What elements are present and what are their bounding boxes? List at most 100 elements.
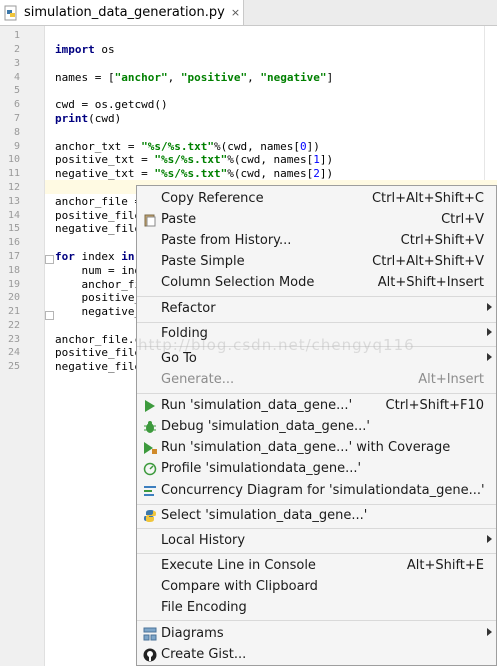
menu-item-shortcut: Ctrl+V [441,212,484,227]
menu-item-shortcut: Alt+Shift+Insert [377,275,484,290]
code-line: positive_txt = "%s/%s.txt"%(cwd, names[1… [55,153,334,166]
menu-separator [137,296,496,297]
menu-item-copy-reference[interactable]: Copy Reference Ctrl+Alt+Shift+C [137,188,496,209]
menu-item-run[interactable]: Run 'simulation_data_gene...' Ctrl+Shift… [137,395,496,416]
line-number: 1 [13,30,20,41]
line-number: 20 [7,292,20,303]
menu-item-label: File Encoding [161,600,247,615]
menu-item-column-selection-mode[interactable]: Column Selection Mode Alt+Shift+Insert [137,272,496,293]
coverage-icon [143,440,157,454]
menu-item-paste-simple[interactable]: Paste Simple Ctrl+Alt+Shift+V [137,251,496,272]
menu-item-label: Run 'simulation_data_gene...' with Cover… [161,440,451,455]
menu-item-label: Local History [161,533,246,548]
menu-item-label: Paste [161,212,197,227]
code-line: anchor_file = [55,195,142,208]
menu-item-debug[interactable]: Debug 'simulation_data_gene...' [137,416,496,437]
code-line: num = ind [55,264,142,277]
line-number: 4 [13,72,20,83]
clipboard-icon [143,212,157,227]
menu-item-refactor[interactable]: Refactor [137,298,496,319]
submenu-arrow-icon [487,535,492,543]
submenu-arrow-icon [487,303,492,311]
profile-icon [143,461,157,476]
menu-separator [137,528,496,529]
submenu-arrow-icon [487,328,492,336]
menu-item-compare-with-clipboard[interactable]: Compare with Clipboard [137,576,496,597]
submenu-arrow-icon [487,628,492,636]
menu-item-execute-line-in-console[interactable]: Execute Line in Console Alt+Shift+E [137,555,496,576]
menu-item-file-encoding[interactable]: File Encoding [137,597,496,618]
menu-item-label: Select 'simulation_data_gene...' [161,508,368,523]
menu-item-label: Execute Line in Console [161,558,316,573]
menu-item-label: Run 'simulation_data_gene...' [161,398,353,413]
line-number: 23 [7,334,20,345]
line-number: 21 [7,306,20,317]
menu-item-paste-from-history[interactable]: Paste from History... Ctrl+Shift+V [137,230,496,251]
menu-item-shortcut: Ctrl+Alt+Shift+C [371,191,484,206]
menu-item-shortcut: Alt+Insert [418,372,484,387]
menu-item-label: Concurrency Diagram for 'simulationdata_… [161,483,485,498]
code-line: cwd = os.getcwd() [55,98,168,111]
menu-item-select[interactable]: Select 'simulation_data_gene...' [137,505,496,526]
concurrency-icon [143,483,157,497]
fold-marker-icon[interactable] [45,311,54,320]
editor-context-menu: Copy Reference Ctrl+Alt+Shift+C Paste Ct… [136,185,497,666]
line-number: 12 [7,182,20,193]
line-number: 3 [13,58,20,69]
menu-item-label: Paste from History... [161,233,292,248]
run-icon [143,398,157,412]
submenu-arrow-icon [487,353,492,361]
code-line: anchor_fi [55,278,142,291]
menu-item-label: Debug 'simulation_data_gene...' [161,419,370,434]
close-tab-icon[interactable]: × [231,6,240,19]
fold-marker-icon[interactable] [45,255,54,264]
menu-item-generate[interactable]: Generate... Alt+Insert [137,369,496,390]
line-number: 16 [7,237,20,248]
line-number: 22 [7,320,20,331]
line-number: 14 [7,210,20,221]
menu-item-label: Create Gist... [161,647,247,662]
line-number: 5 [13,85,20,96]
line-number: 13 [7,196,20,207]
tab-title: simulation_data_generation.py [24,5,225,20]
line-number: 18 [7,265,20,276]
line-number: 24 [7,347,20,358]
menu-separator [137,553,496,554]
line-number: 2 [13,44,20,55]
menu-item-diagrams[interactable]: Diagrams [137,623,496,644]
menu-item-create-gist[interactable]: Create Gist... [137,644,496,665]
menu-item-shortcut: Ctrl+Shift+F10 [385,398,484,413]
menu-item-label: Copy Reference [161,191,264,206]
line-number: 25 [7,361,20,372]
menu-item-paste[interactable]: Paste Ctrl+V [137,209,496,230]
menu-item-label: Compare with Clipboard [161,579,318,594]
menu-item-concurrency-diagram[interactable]: Concurrency Diagram for 'simulationdata_… [137,480,496,501]
menu-item-local-history[interactable]: Local History [137,530,496,551]
gutter-divider [44,26,45,666]
line-number: 8 [13,127,20,138]
python-icon [143,508,157,522]
code-line: import os [55,43,115,56]
menu-item-shortcut: Ctrl+Alt+Shift+V [372,254,484,269]
menu-separator [137,393,496,394]
menu-item-shortcut: Alt+Shift+E [406,558,484,573]
menu-item-label: Generate... [161,372,235,387]
python-file-icon [4,5,19,21]
menu-item-run-with-coverage[interactable]: Run 'simulation_data_gene...' with Cover… [137,437,496,458]
code-line: negative_file [55,222,142,235]
line-number: 11 [7,168,20,179]
code-line: print(cwd) [55,112,122,125]
editor-tab-bar: simulation_data_generation.py × [0,0,497,26]
menu-item-profile[interactable]: Profile 'simulationdata_gene...' [137,458,496,479]
code-line: negative_txt = "%s/%s.txt"%(cwd, names[2… [55,167,334,180]
line-number: 6 [13,99,20,110]
tab-simulation-data-generation[interactable]: simulation_data_generation.py × [0,0,244,25]
menu-item-label: Diagrams [161,626,224,641]
code-line: negative_file [55,360,142,373]
code-line: for index in [55,250,135,263]
code-line: anchor_txt = "%s/%s.txt"%(cwd, names[0]) [55,140,320,153]
code-line: positive_ [55,291,142,304]
menu-item-label: Profile 'simulationdata_gene...' [161,461,362,476]
line-number: 9 [13,141,20,152]
line-number: 7 [13,113,20,124]
